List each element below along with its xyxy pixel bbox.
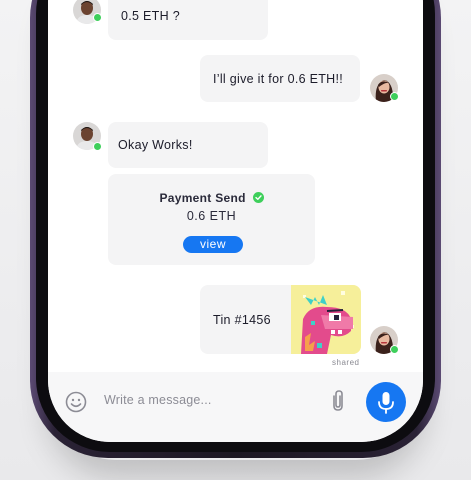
shared-caption: shared [332,358,360,367]
nft-name: Tin #1456 [213,312,271,327]
voice-record-button[interactable] [366,382,406,422]
verified-check-icon [252,192,264,203]
view-payment-button[interactable]: view [183,236,243,253]
microphone-icon [378,392,394,414]
payment-amount: 0.6 ETH [186,209,237,223]
attachment-paperclip-icon[interactable] [328,388,348,414]
online-status-dot [93,142,102,151]
payment-card: Payment Send 0.6 ETH view [108,174,315,265]
message-bubble: 0.5 ETH ? [108,0,268,40]
message-text: I’ll give it for 0.6 ETH!! [213,71,344,86]
message-text: Okay Works! [118,138,193,152]
chat-screen: 0.5 ETH ? I’ll give it for 0.6 ETH!! Oka… [48,0,423,442]
emoji-icon[interactable] [64,390,88,414]
message-composer: Write a message... [48,372,423,442]
message-bubble: Okay Works! [108,122,268,168]
nft-dragon-image[interactable] [291,285,361,354]
online-status-dot [390,92,399,101]
message-text: 0.5 ETH ? [121,9,180,23]
payment-title: Payment Send [159,191,246,205]
payment-title-row: Payment Send [108,191,315,205]
online-status-dot [93,13,102,22]
message-bubble: I’ll give it for 0.6 ETH!! [200,55,360,102]
message-input[interactable]: Write a message... [104,393,304,407]
online-status-dot [390,345,399,354]
